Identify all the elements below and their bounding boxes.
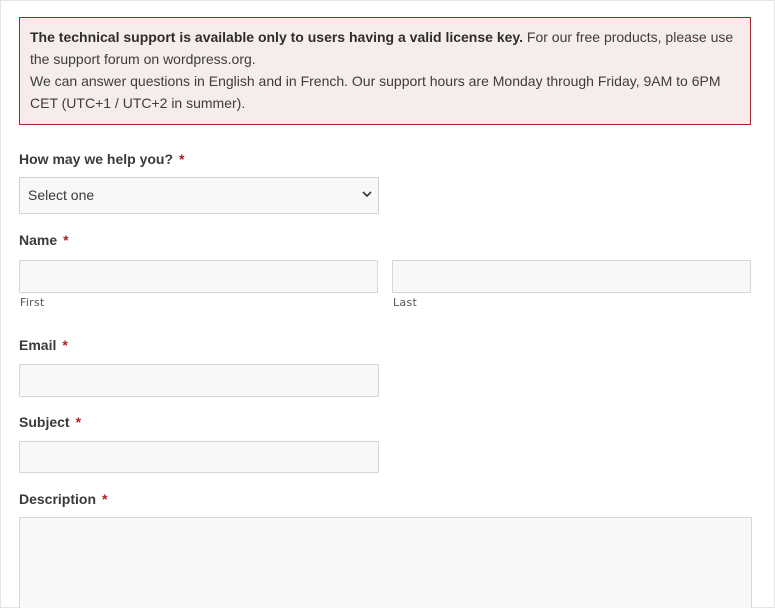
license-notice: The technical support is available only … [19, 17, 751, 125]
first-name-input[interactable] [19, 260, 378, 293]
email-label: Email * [19, 336, 68, 354]
subject-field[interactable] [19, 441, 379, 473]
help-topic-select[interactable]: Select one [19, 177, 379, 214]
required-marker: * [179, 151, 185, 167]
required-marker: * [62, 337, 68, 353]
required-marker: * [102, 491, 108, 507]
description-textarea[interactable] [19, 517, 752, 608]
help-topic-label: How may we help you? * [19, 150, 184, 168]
last-name-sublabel: Last [393, 296, 418, 309]
last-name-input[interactable] [392, 260, 751, 293]
description-label-text: Description [19, 491, 97, 507]
name-label: Name * [19, 231, 69, 249]
description-label: Description * [19, 490, 107, 508]
subject-label-text: Subject [19, 414, 70, 430]
support-form-panel: The technical support is available only … [0, 0, 775, 608]
help-topic-selected-option: Select one [28, 187, 95, 203]
chevron-down-icon [362, 191, 372, 198]
email-field[interactable] [19, 364, 379, 397]
email-label-text: Email [19, 337, 57, 353]
help-topic-label-text: How may we help you? [19, 151, 174, 167]
name-label-text: Name [19, 232, 58, 248]
required-marker: * [63, 232, 69, 248]
first-name-sublabel: First [20, 296, 45, 309]
required-marker: * [75, 414, 82, 430]
notice-bold-text: The technical support is available only … [30, 29, 524, 45]
notice-text-line2: We can answer questions in English and i… [30, 73, 721, 111]
subject-label: Subject * [19, 413, 81, 431]
